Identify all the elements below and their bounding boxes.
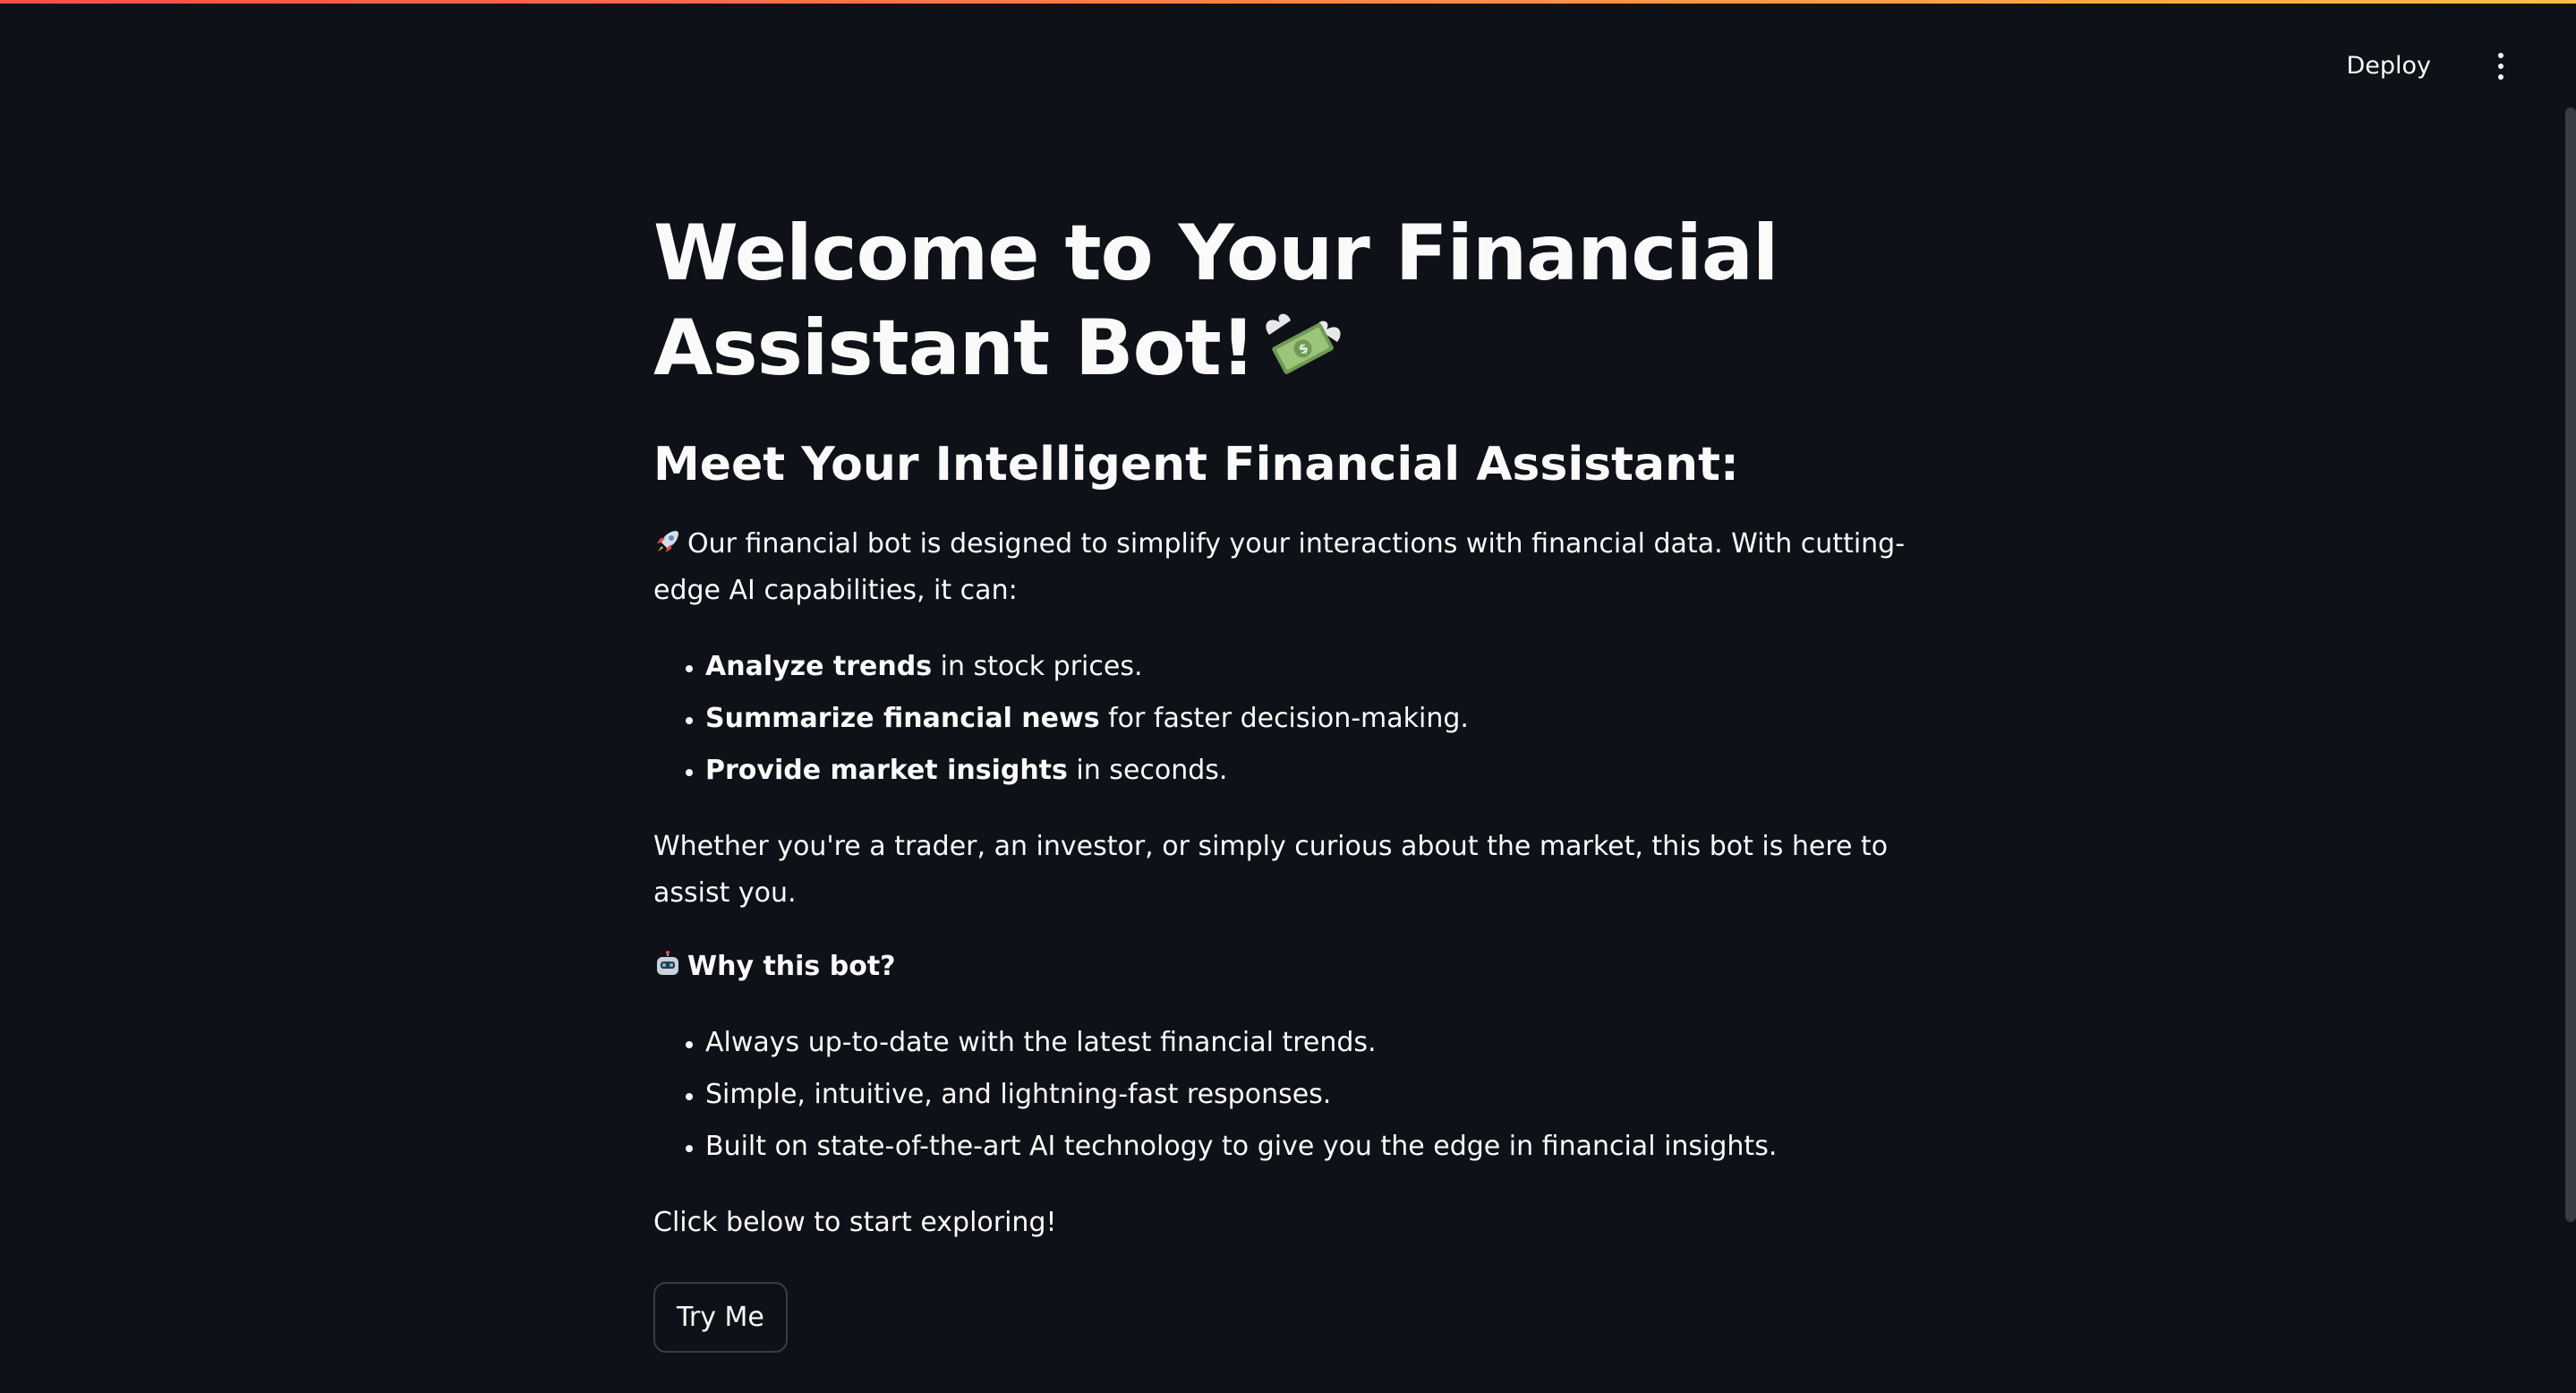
list-item: Always up-to-date with the latest financ… — [705, 1017, 1924, 1069]
top-decoration-bar — [0, 0, 2576, 4]
why-heading-text: Why this bot? — [687, 951, 896, 982]
section-subheading: Meet Your Intelligent Financial Assistan… — [653, 438, 1739, 491]
list-item-text: for faster decision-making. — [1099, 703, 1469, 734]
deploy-button[interactable]: Deploy — [2330, 43, 2447, 89]
cta-text: Click below to start exploring! — [653, 1207, 1057, 1238]
why-heading: Why this bot? — [653, 944, 1924, 990]
vertical-dots-icon — [2498, 52, 2503, 58]
list-item-bold: Summarize financial news — [705, 703, 1100, 734]
robot-icon — [657, 951, 678, 975]
intro-text: Our financial bot is designed to simplif… — [653, 528, 1906, 606]
vertical-dots-icon — [2498, 63, 2503, 69]
rocket-icon — [657, 531, 678, 552]
list-item-bold: Analyze trends — [705, 651, 933, 682]
list-item: Analyze trends in stock prices. — [705, 641, 1924, 693]
main-menu-button[interactable] — [2483, 45, 2519, 88]
list-item-text: in stock prices. — [932, 651, 1143, 682]
page-title: Welcome to Your Financial Assistant Bot!… — [653, 206, 1924, 396]
capabilities-list: Analyze trends in stock prices. Summariz… — [653, 641, 1924, 797]
list-item-bold: Provide market insights — [705, 755, 1068, 786]
vertical-dots-icon — [2498, 73, 2503, 80]
main-content: Welcome to Your Financial Assistant Bot!… — [653, 206, 1924, 1353]
list-item: Provide market insights in seconds. — [705, 745, 1924, 797]
reasons-list: Always up-to-date with the latest financ… — [653, 1017, 1924, 1173]
header-toolbar: Deploy — [2330, 43, 2519, 89]
intro-paragraph: Our financial bot is designed to simplif… — [653, 521, 1924, 614]
page-title-text: Welcome to Your Financial Assistant Bot! — [653, 209, 1778, 393]
money-with-wings-icon: $ — [1266, 313, 1341, 374]
list-item: Summarize financial news for faster deci… — [705, 693, 1924, 745]
audience-paragraph: Whether you're a trader, an investor, or… — [653, 831, 1889, 909]
scrollbar[interactable] — [2565, 107, 2576, 1222]
list-item: Simple, intuitive, and lightning-fast re… — [705, 1069, 1924, 1121]
list-item-text: in seconds. — [1067, 755, 1228, 786]
list-item: Built on state-of-the-art AI technology … — [705, 1121, 1924, 1173]
try-me-button[interactable]: Try Me — [653, 1282, 788, 1353]
